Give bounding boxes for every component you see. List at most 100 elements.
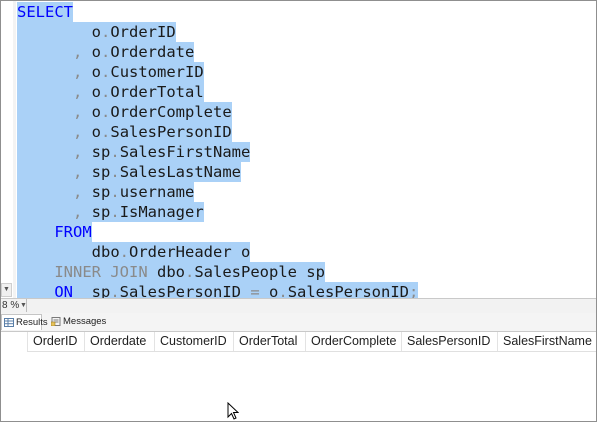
code-line[interactable]: o.OrderID [17, 22, 176, 42]
code-token: . [110, 143, 120, 161]
code-token: , [73, 83, 83, 101]
selection-highlight: dbo.OrderHeader o [17, 242, 251, 262]
code-token: . [101, 83, 111, 101]
selection-highlight: , sp.SalesFirstName [17, 142, 251, 162]
column-header[interactable]: OrderID [27, 332, 84, 351]
code-token: . [184, 263, 195, 281]
results-grid[interactable]: OrderID Orderdate CustomerID OrderTotal … [1, 332, 596, 421]
code-token: sp [82, 163, 111, 181]
code-line[interactable]: SELECT [17, 2, 73, 22]
code-line[interactable]: INNER JOIN dbo.SalesPeople sp [17, 262, 325, 282]
code-token: . [101, 63, 111, 81]
query-editor[interactable]: SELECT o.OrderID , o.Orderdate , o.Custo… [1, 1, 596, 302]
code-token: . [101, 103, 111, 121]
code-line[interactable]: , sp.SalesFirstName [17, 142, 251, 162]
code-token: , [73, 183, 83, 201]
code-token: Orderdate [110, 43, 195, 61]
selection-highlight: , sp.SalesLastName [17, 162, 242, 182]
code-token [17, 183, 73, 201]
grid-icon [4, 318, 14, 327]
code-token [17, 103, 73, 121]
code-token: . [101, 23, 111, 41]
code-token: sp [82, 203, 111, 221]
code-token: dbo [17, 243, 120, 261]
selection-highlight: , o.CustomerID [17, 62, 204, 82]
code-token: , [73, 203, 83, 221]
selection-highlight: , o.Orderdate [17, 42, 195, 62]
code-token: . [101, 43, 111, 61]
code-token: sp [82, 183, 111, 201]
code-token: o [82, 83, 102, 101]
code-token: CustomerID [110, 63, 204, 81]
column-header[interactable]: OrderTotal [233, 332, 305, 351]
code-line[interactable]: , o.SalesPersonID [17, 122, 232, 142]
tab-results[interactable]: Results [1, 314, 48, 330]
code-token: SELECT [17, 3, 73, 21]
code-token: , [73, 143, 83, 161]
tab-messages[interactable]: Messages [49, 314, 107, 330]
code-token [17, 223, 54, 241]
code-token: OrderID [110, 23, 176, 41]
code-line[interactable]: , sp.username [17, 182, 195, 202]
code-token: SalesLastName [119, 163, 242, 181]
code-line[interactable]: , o.CustomerID [17, 62, 204, 82]
code-token: o [82, 63, 102, 81]
code-token: , [73, 43, 83, 61]
column-header[interactable]: SalesPersonID [401, 332, 497, 351]
selection-highlight: , o.OrderComplete [17, 102, 232, 122]
code-line[interactable]: , sp.SalesLastName [17, 162, 242, 182]
editor-gutter [13, 1, 16, 298]
code-token: o [82, 103, 102, 121]
messages-icon [51, 317, 61, 326]
code-line[interactable]: dbo.OrderHeader o [17, 242, 251, 262]
code-token: . [119, 243, 129, 261]
code-line[interactable]: , sp.IsManager [17, 202, 204, 222]
code-token: IsManager [119, 203, 204, 221]
code-token [17, 263, 54, 281]
code-token: OrderTotal [110, 83, 204, 101]
code-token [17, 123, 73, 141]
selection-highlight: , o.SalesPersonID [17, 122, 232, 142]
selection-highlight: o.OrderID [17, 22, 176, 42]
code-token: , [73, 123, 83, 141]
column-header[interactable]: CustomerID [154, 332, 233, 351]
selection-highlight: , sp.username [17, 182, 195, 202]
code-token [17, 63, 73, 81]
ssms-window: SELECT o.OrderID , o.Orderdate , o.Custo… [0, 0, 597, 422]
tab-results-label: Results [16, 317, 48, 328]
code-token [17, 203, 73, 221]
column-header[interactable]: OrderComplete [305, 332, 401, 351]
code-line[interactable]: FROM [17, 222, 92, 242]
code-token: SalesFirstName [119, 143, 251, 161]
grid-header-row: OrderID Orderdate CustomerID OrderTotal … [1, 332, 596, 351]
chevron-down-icon[interactable]: ▼ [20, 299, 27, 312]
code-token: username [119, 183, 195, 201]
header-divider [27, 351, 596, 352]
code-token: , [73, 63, 83, 81]
code-line[interactable]: , o.OrderComplete [17, 102, 232, 122]
zoom-level-dropdown[interactable]: 8 % ▼ [1, 299, 27, 312]
code-token: OrderHeader o [129, 243, 251, 261]
code-token: o [82, 43, 102, 61]
code-token: OrderComplete [110, 103, 232, 121]
selection-highlight: , o.OrderTotal [17, 82, 204, 102]
code-token: dbo [147, 263, 185, 281]
code-token: SalesPersonID [110, 123, 232, 141]
code-token: o [82, 123, 102, 141]
selection-highlight: INNER JOIN dbo.SalesPeople sp [17, 262, 325, 282]
code-line[interactable]: , o.OrderTotal [17, 82, 204, 102]
scroll-down-arrow[interactable]: ▼ [1, 283, 12, 297]
zoom-level-value: 8 % [2, 300, 20, 311]
editor-status-bar: 8 % ▼ [1, 298, 596, 313]
code-token: SalesPeople sp [194, 263, 325, 281]
code-token: . [110, 183, 120, 201]
code-token: o [17, 23, 101, 41]
column-header[interactable]: Orderdate [84, 332, 154, 351]
code-line[interactable]: , o.Orderdate [17, 42, 195, 62]
code-token: FROM [54, 223, 92, 241]
code-token [17, 163, 73, 181]
selection-highlight: SELECT [17, 2, 73, 22]
selection-highlight: , sp.IsManager [17, 202, 204, 222]
code-token [17, 43, 73, 61]
column-header[interactable]: SalesFirstName [497, 332, 596, 351]
